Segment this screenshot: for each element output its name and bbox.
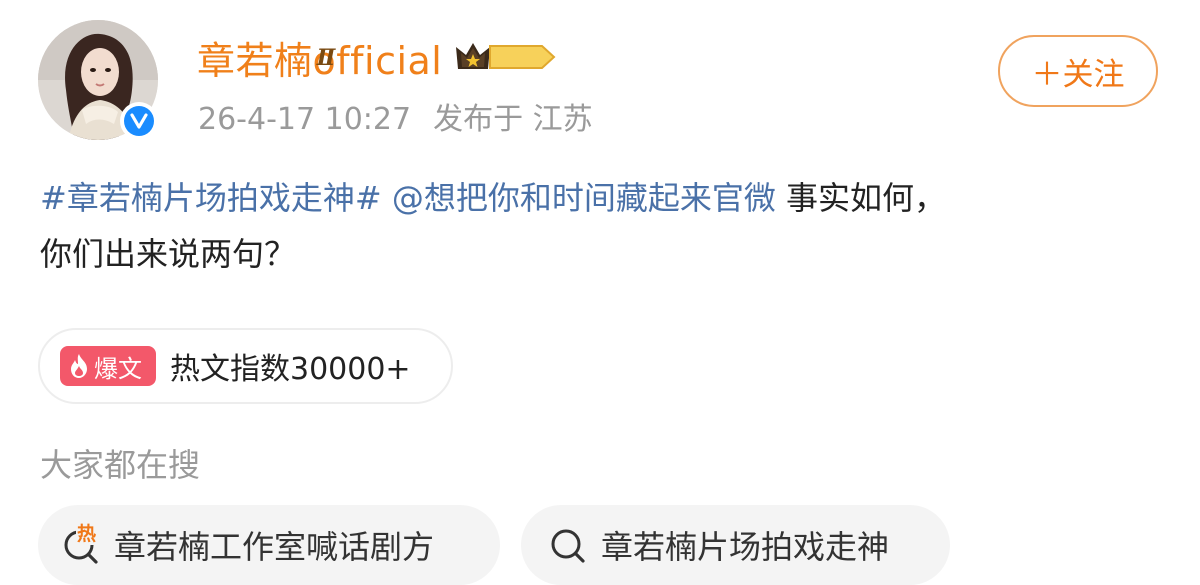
flame-icon	[68, 353, 90, 379]
search-chip-text: 章若楠片场拍戏走神	[601, 528, 890, 566]
author-row: 章若楠official	[197, 32, 560, 83]
hot-mark: 热	[77, 523, 97, 545]
search-chip-text: 章若楠工作室喊话剧方	[114, 528, 435, 566]
mention-link[interactable]: @想把你和时间藏起来官微	[392, 179, 776, 217]
post-text-line1: 事实如何，	[775, 179, 947, 217]
boom-badge: 爆文	[60, 346, 156, 386]
search-chip-1[interactable]: 热 章若楠工作室喊话剧方	[38, 505, 500, 585]
post-text-line2: 你们出来说两句？	[40, 235, 297, 273]
post-meta: 26-4-17 10:27 发布于 江苏	[198, 94, 593, 138]
post-time: 26-4-17 10:27	[198, 102, 412, 137]
hot-index-label: 热文指数30000+	[170, 352, 411, 387]
search-icon	[547, 523, 591, 567]
post-content: #章若楠片场拍戏走神# @想把你和时间藏起来官微 事实如何， 你们出来说两句？	[40, 170, 1170, 282]
crown-icon	[456, 43, 556, 69]
follow-button[interactable]: ＋关注	[998, 35, 1158, 107]
boom-badge-label: 爆文	[94, 354, 142, 383]
hot-index-pill[interactable]: 爆文 热文指数30000+	[38, 328, 453, 404]
vip-level-label: Ⅱ	[316, 45, 336, 71]
vip-crown-badge[interactable]	[454, 37, 560, 77]
hashtag-link[interactable]: #章若楠片场拍戏走神#	[40, 179, 382, 217]
search-section-heading: 大家都在搜	[40, 446, 201, 484]
hot-search-icon: 热	[60, 523, 104, 567]
verified-badge-icon	[120, 102, 158, 140]
post-location: 发布于 江苏	[433, 102, 593, 137]
search-chip-2[interactable]: 章若楠片场拍戏走神	[521, 505, 950, 585]
